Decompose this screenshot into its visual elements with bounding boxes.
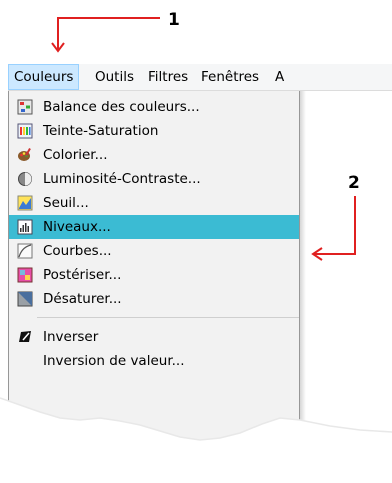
torn-paper-overlay bbox=[0, 392, 392, 483]
